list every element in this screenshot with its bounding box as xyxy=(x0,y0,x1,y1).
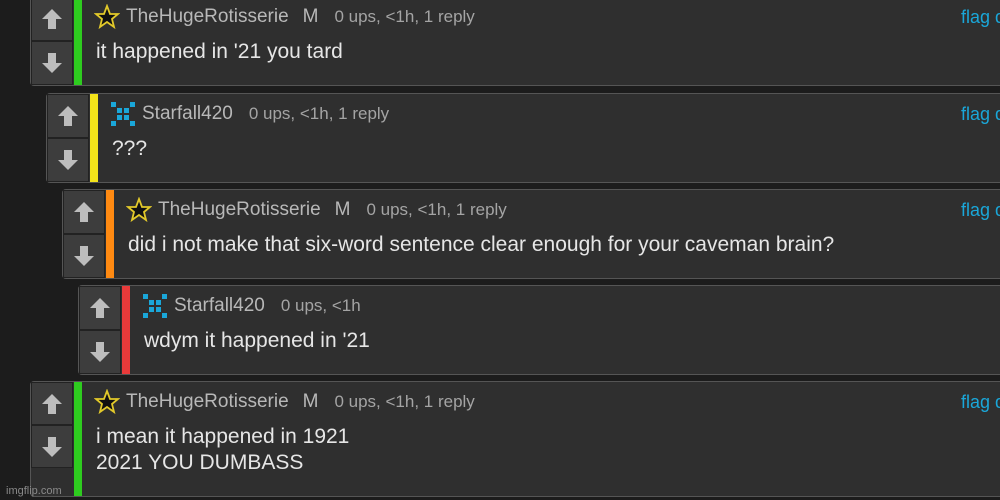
arrow-up-icon xyxy=(42,393,62,414)
arrow-down-icon xyxy=(42,436,62,457)
upvote-button[interactable] xyxy=(31,0,73,41)
reply-depth-stripe xyxy=(74,382,82,496)
comment-thread: { "comments": [ {"username":"TheHugeRoti… xyxy=(0,0,1000,500)
upvote-button[interactable] xyxy=(31,382,73,425)
flag-link[interactable]: flag d xyxy=(961,392,1000,413)
comment-1: TheHugeRotisserie M 0 ups, <1h, 1 reply … xyxy=(30,0,1000,86)
flag-link[interactable]: flag d xyxy=(961,7,1000,28)
downvote-button[interactable] xyxy=(79,330,121,374)
comment-text: it happened in '21 you tard xyxy=(96,40,343,63)
arrow-up-icon xyxy=(58,106,78,126)
downvote-button[interactable] xyxy=(31,425,73,468)
arrow-down-icon xyxy=(90,342,110,362)
upvote-button[interactable] xyxy=(79,286,121,330)
username-link[interactable]: Starfall420 xyxy=(174,295,265,317)
star-icon[interactable] xyxy=(126,197,152,223)
comment-text: did i not make that six-word sentence cl… xyxy=(128,233,835,256)
watermark: imgflip.com xyxy=(6,485,62,497)
comment-2: Starfall420 0 ups, <1h, 1 reply flag d ?… xyxy=(46,93,1000,183)
arrow-up-icon xyxy=(74,202,94,222)
vote-controls xyxy=(63,190,105,278)
comment-5: TheHugeRotisserie M 0 ups, <1h, 1 reply … xyxy=(30,381,1000,497)
arrow-up-icon xyxy=(42,9,62,29)
comment-meta: 0 ups, <1h, 1 reply xyxy=(366,200,507,219)
vote-controls xyxy=(79,286,121,374)
pixel-avatar-icon[interactable] xyxy=(110,101,136,127)
mod-badge: M xyxy=(302,391,319,412)
reply-depth-stripe xyxy=(106,190,114,278)
downvote-button[interactable] xyxy=(31,41,73,85)
vote-controls xyxy=(47,94,89,182)
mod-badge: M xyxy=(334,199,351,220)
comment-meta: 0 ups, <1h, 1 reply xyxy=(248,104,390,123)
arrow-down-icon xyxy=(42,53,62,73)
reply-depth-stripe xyxy=(74,0,82,85)
username-link[interactable]: TheHugeRotisserie xyxy=(126,6,289,28)
vote-controls xyxy=(31,0,73,85)
star-icon[interactable] xyxy=(94,389,120,415)
mod-badge: M xyxy=(302,6,319,27)
upvote-button[interactable] xyxy=(47,94,89,138)
comment-text: ??? xyxy=(112,137,148,160)
arrow-up-icon xyxy=(90,298,110,318)
comment-text: i mean it happened in 1921 2021 YOU DUMB… xyxy=(96,425,350,474)
comment-3: TheHugeRotisserie M 0 ups, <1h, 1 reply … xyxy=(62,189,1000,279)
flag-link[interactable]: flag d xyxy=(961,104,1000,125)
vote-controls xyxy=(31,382,73,468)
downvote-button[interactable] xyxy=(63,234,105,278)
reply-depth-stripe xyxy=(122,286,130,374)
pixel-avatar-icon[interactable] xyxy=(142,293,168,319)
flag-link[interactable]: flag d xyxy=(961,200,1000,221)
upvote-button[interactable] xyxy=(63,190,105,234)
comment-text: wdym it happened in '21 xyxy=(144,329,370,352)
comment-meta: 0 ups, <1h xyxy=(280,296,361,315)
reply-depth-stripe xyxy=(90,94,98,182)
downvote-button[interactable] xyxy=(47,138,89,182)
comment-meta: 0 ups, <1h, 1 reply xyxy=(334,392,475,411)
star-icon[interactable] xyxy=(94,4,120,30)
username-link[interactable]: Starfall420 xyxy=(142,103,233,125)
username-link[interactable]: TheHugeRotisserie xyxy=(158,199,321,221)
comment-meta: 0 ups, <1h, 1 reply xyxy=(334,7,475,26)
username-link[interactable]: TheHugeRotisserie xyxy=(126,391,289,413)
arrow-down-icon xyxy=(74,246,94,266)
comment-4: Starfall420 0 ups, <1h wdym it happened … xyxy=(78,285,1000,375)
arrow-down-icon xyxy=(58,150,78,170)
